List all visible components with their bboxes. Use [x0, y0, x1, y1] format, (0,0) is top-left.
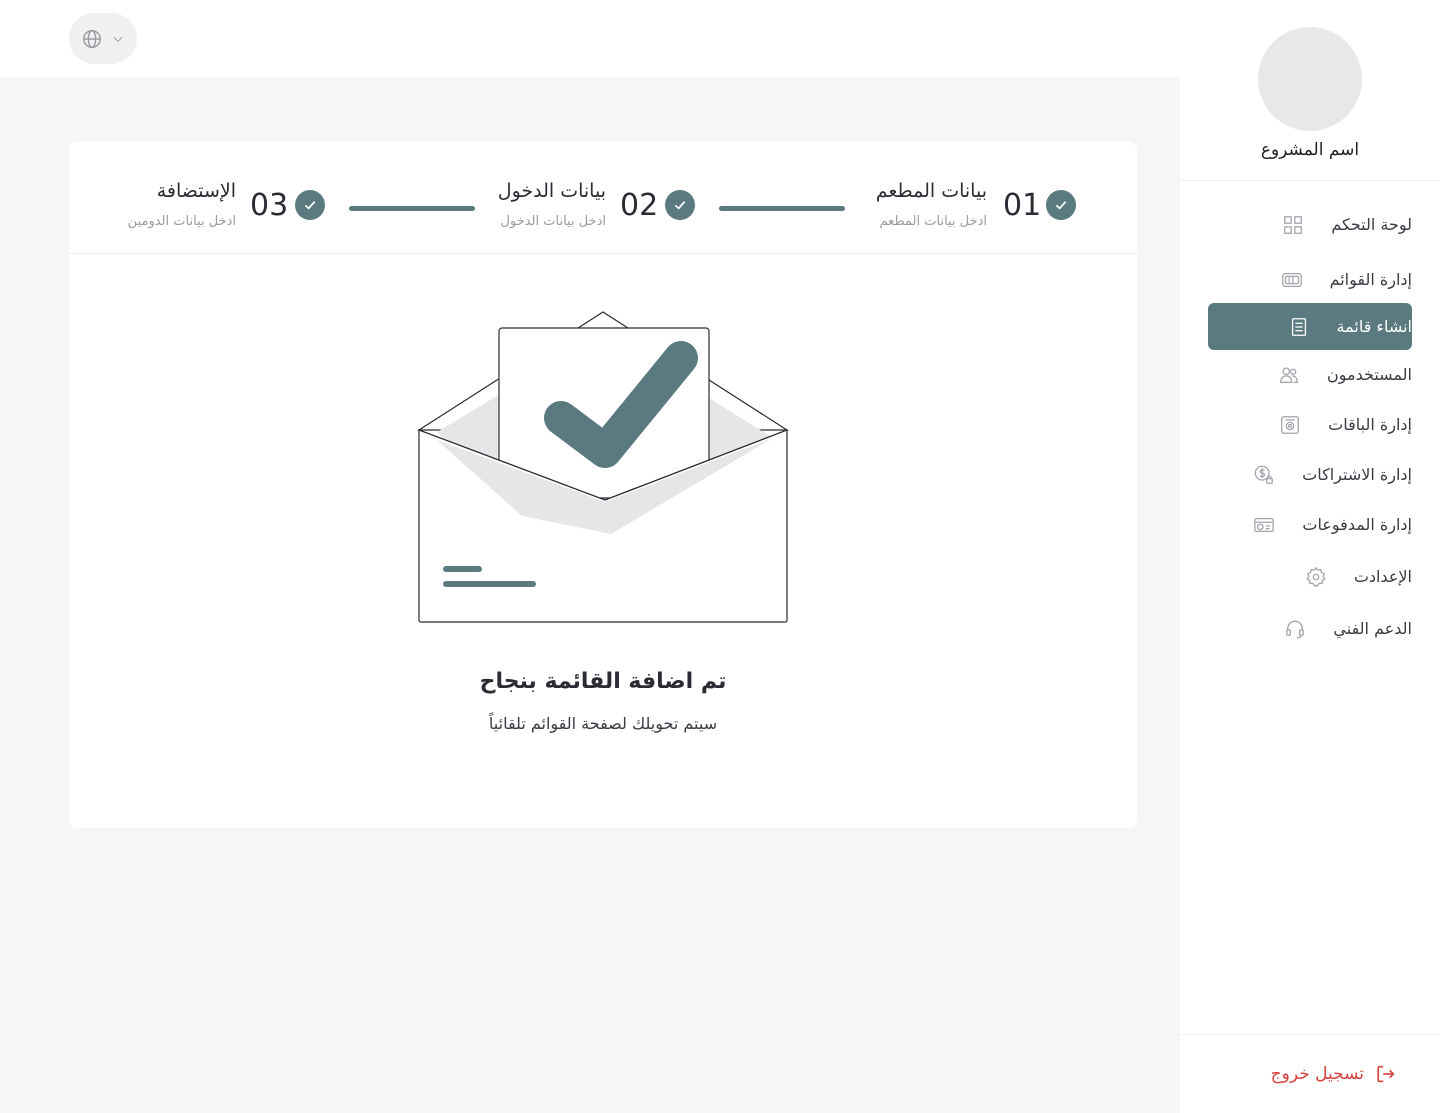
logout-button[interactable]: تسجيل خروج [1180, 1034, 1440, 1113]
sidebar-item-settings[interactable]: الإعدادت [1208, 553, 1412, 600]
stepper: 01 بيانات المطعم ادخل بيانات المطعم 02 ب… [69, 142, 1137, 254]
step-restaurant-data: 01 بيانات المطعم ادخل بيانات المطعم [849, 176, 1079, 236]
step-title: الإستضافة [156, 180, 236, 202]
sidebar-item-dashboard[interactable]: لوحة التحكم [1208, 201, 1412, 248]
logout-label: تسجيل خروج [1270, 1064, 1364, 1084]
top-bar [0, 0, 1180, 77]
step-check-icon [1046, 190, 1076, 220]
grid-icon [1281, 213, 1305, 237]
sidebar-item-label: إدارة الاشتراكات [1302, 465, 1412, 484]
menu-board-icon [1280, 268, 1304, 292]
avatar[interactable] [1258, 27, 1362, 131]
sidebar: اسم المشروع لوحة التحكم إدارة القوائم ان… [1180, 0, 1440, 1113]
step-title: بيانات المطعم [875, 180, 987, 202]
sidebar-item-label: إدارة الباقات [1328, 415, 1412, 434]
sidebar-item-label: الإعدادت [1353, 567, 1412, 586]
sidebar-item-label: إدارة المدفوعات [1302, 515, 1412, 534]
success-card: 01 بيانات المطعم ادخل بيانات المطعم 02 ب… [69, 142, 1137, 828]
sidebar-item-subscriptions[interactable]: إدارة الاشتراكات [1208, 451, 1412, 498]
sidebar-item-create-menu[interactable]: انشاء قائمة [1208, 303, 1412, 350]
step-subtitle: ادخل بيانات المطعم [879, 214, 987, 229]
main-content: 01 بيانات المطعم ادخل بيانات المطعم 02 ب… [0, 77, 1180, 1113]
payments-icon [1252, 513, 1276, 537]
chevron-down-icon [113, 36, 123, 42]
step-number: 03 [250, 188, 289, 223]
sidebar-item-label: المستخدمون [1327, 365, 1412, 384]
step-subtitle: ادخل بيانات الدخول [500, 214, 606, 229]
globe-icon [83, 29, 101, 48]
step-number: 01 [1003, 188, 1042, 223]
step-check-icon [295, 190, 325, 220]
step-subtitle: ادخل بيانات الدومين [127, 214, 236, 229]
step-connector [349, 206, 475, 211]
step-login-data: 02 بيانات الدخول ادخل بيانات الدخول [479, 176, 709, 236]
language-switcher[interactable] [69, 13, 137, 64]
logout-icon [1374, 1062, 1398, 1086]
document-icon [1287, 315, 1311, 339]
profile: اسم المشروع [1180, 27, 1440, 181]
subscription-icon [1252, 463, 1276, 487]
users-icon [1277, 363, 1301, 387]
gear-icon [1304, 565, 1328, 589]
project-name: اسم المشروع [1260, 140, 1360, 160]
sidebar-item-packages[interactable]: إدارة الباقات [1208, 401, 1412, 448]
package-icon [1278, 413, 1302, 437]
step-connector [719, 206, 845, 211]
sidebar-item-label: انشاء قائمة [1336, 317, 1412, 336]
sidebar-item-menus[interactable]: إدارة القوائم [1208, 256, 1412, 303]
envelope-success-illustration [417, 311, 790, 623]
success-subtitle: سيتم تحويلك لصفحة القوائم تلقائياً [488, 714, 718, 733]
sidebar-item-payments[interactable]: إدارة المدفوعات [1208, 501, 1412, 548]
step-number: 02 [620, 188, 659, 223]
sidebar-item-users[interactable]: المستخدمون [1208, 351, 1412, 398]
success-title: تم اضافة القائمة بنجاح [479, 669, 727, 694]
step-hosting: 03 الإستضافة ادخل بيانات الدومين [109, 176, 339, 236]
sidebar-item-label: إدارة القوائم [1329, 270, 1412, 289]
sidebar-item-support[interactable]: الدعم الفني [1208, 605, 1412, 652]
sidebar-item-label: لوحة التحكم [1331, 215, 1412, 234]
step-check-icon [665, 190, 695, 220]
step-title: بيانات الدخول [497, 180, 606, 202]
headset-icon [1283, 617, 1307, 641]
sidebar-item-label: الدعم الفني [1333, 619, 1412, 638]
